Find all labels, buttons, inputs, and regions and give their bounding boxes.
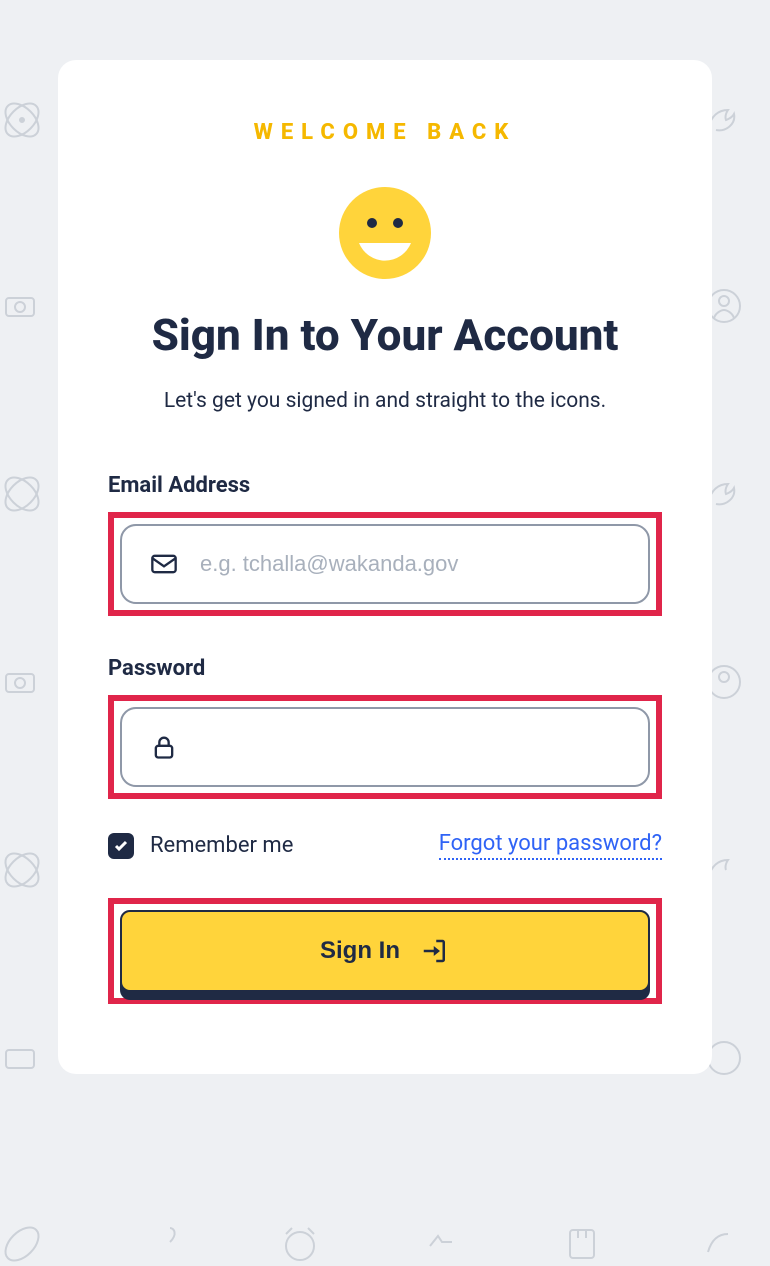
password-input[interactable] — [200, 734, 620, 760]
forgot-password-link[interactable]: Forgot your password? — [439, 831, 662, 860]
page-title: Sign In to Your Account — [108, 309, 662, 361]
remember-label: Remember me — [150, 833, 293, 858]
email-input-wrap — [120, 524, 650, 604]
page-subtitle: Let's get you signed in and straight to … — [108, 389, 662, 413]
welcome-text: WELCOME BACK — [108, 120, 662, 145]
password-field-group: Password — [108, 656, 662, 799]
password-input-wrap — [120, 707, 650, 787]
email-label: Email Address — [108, 473, 662, 498]
smiley-icon — [337, 185, 433, 281]
email-field-group: Email Address — [108, 473, 662, 616]
remember-group: Remember me — [108, 833, 293, 859]
email-highlight — [108, 512, 662, 616]
signin-card: WELCOME BACK Sign In to Your Account Let… — [58, 60, 712, 1074]
form-options: Remember me Forgot your password? — [108, 831, 662, 860]
email-input[interactable] — [200, 551, 620, 577]
envelope-icon — [150, 550, 178, 578]
signin-button-label: Sign In — [320, 937, 400, 965]
lock-icon — [150, 733, 178, 761]
password-highlight — [108, 695, 662, 799]
remember-checkbox[interactable] — [108, 833, 134, 859]
signin-highlight: Sign In — [108, 898, 662, 1004]
signin-arrow-icon — [420, 936, 450, 966]
password-label: Password — [108, 656, 662, 681]
signin-button[interactable]: Sign In — [120, 910, 650, 992]
check-icon — [113, 838, 129, 854]
